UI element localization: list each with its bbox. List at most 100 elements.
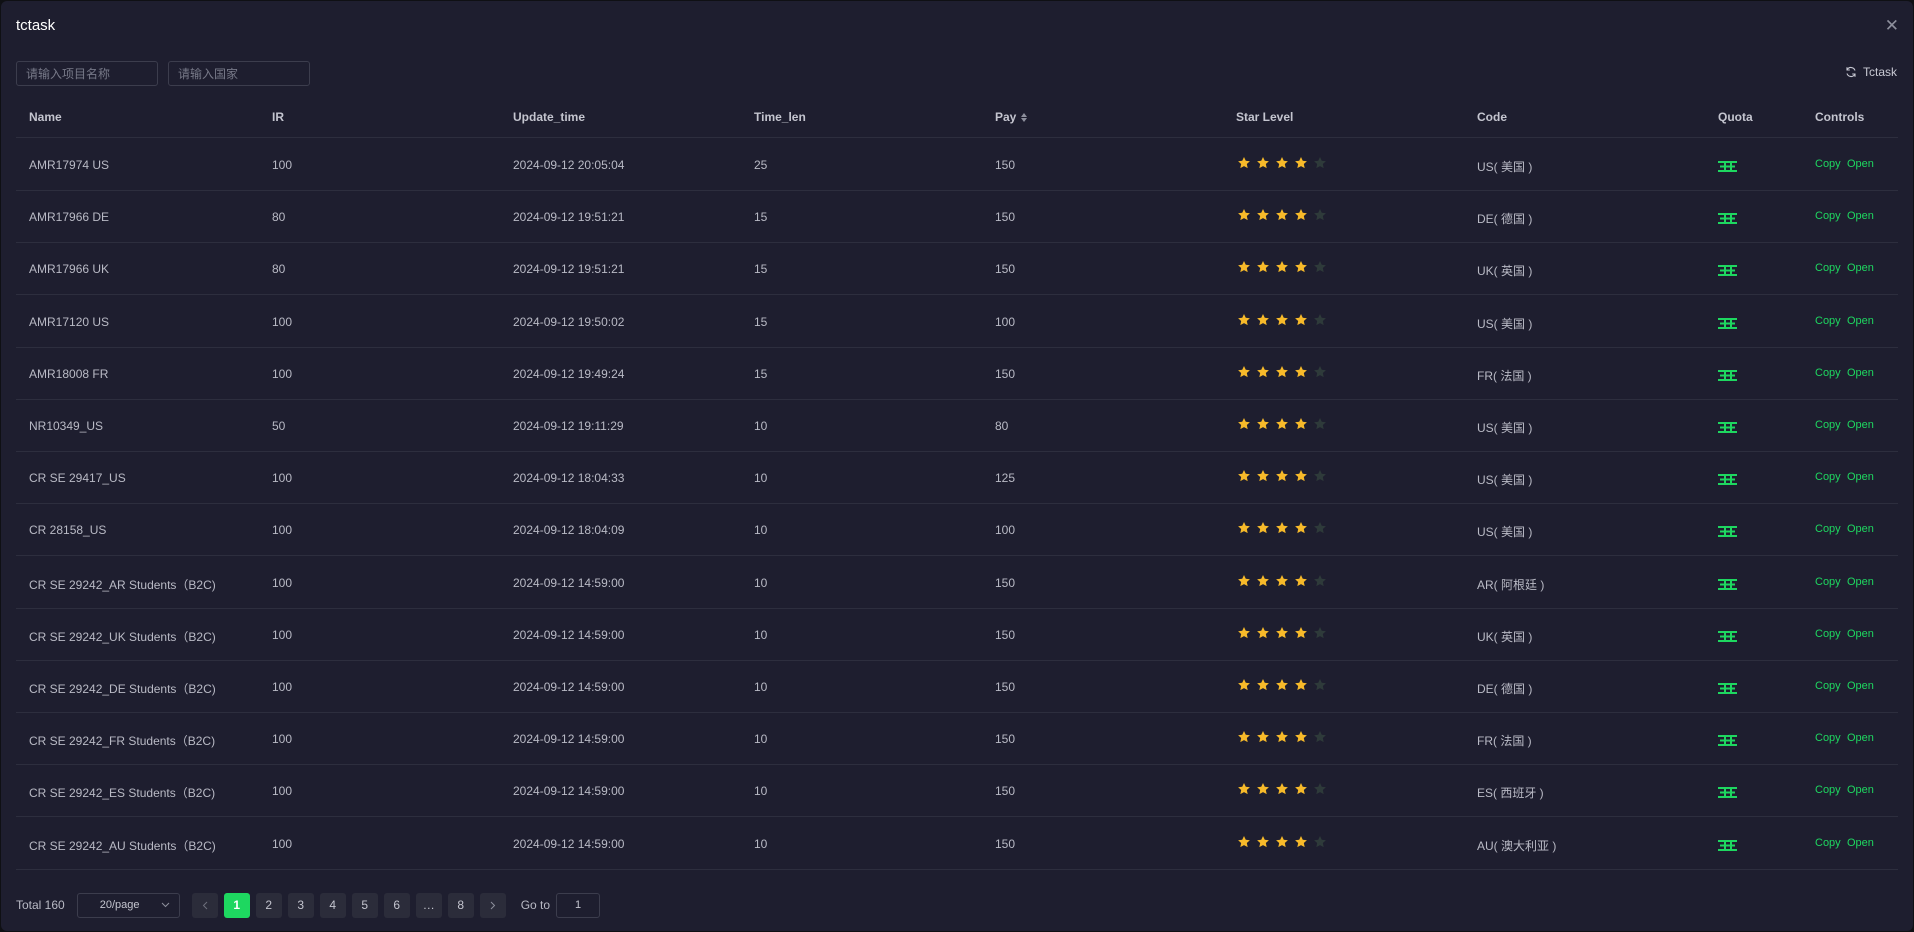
- time-len-cell: 10: [754, 627, 768, 642]
- sort-icon[interactable]: [1021, 112, 1028, 122]
- name-cell: AMR17120 US: [29, 314, 110, 329]
- open-button[interactable]: Open: [1847, 837, 1874, 849]
- copy-button[interactable]: Copy: [1815, 315, 1841, 327]
- copy-button[interactable]: Copy: [1815, 262, 1841, 274]
- country-input[interactable]: [168, 61, 310, 86]
- prev-page-button[interactable]: [191, 892, 218, 918]
- column-header-pay[interactable]: Pay: [995, 110, 1028, 124]
- code-cell: DE( 德国 ): [1477, 682, 1533, 696]
- quota-icon[interactable]: [1718, 733, 1737, 747]
- open-button[interactable]: Open: [1847, 523, 1874, 535]
- open-button[interactable]: Open: [1847, 158, 1874, 170]
- open-button[interactable]: Open: [1847, 732, 1874, 744]
- open-button[interactable]: Open: [1847, 262, 1874, 274]
- quota-icon[interactable]: [1718, 629, 1737, 642]
- page-button[interactable]: 8: [447, 892, 474, 918]
- star-filled-icon: [1295, 365, 1307, 377]
- total-count: Total 160: [16, 898, 65, 912]
- close-icon[interactable]: ✕: [1885, 17, 1899, 34]
- pay-cell: 150: [995, 836, 1016, 851]
- star-empty-icon: [1314, 157, 1326, 169]
- page-button[interactable]: 5: [351, 892, 378, 918]
- open-button[interactable]: Open: [1847, 210, 1874, 222]
- pay-cell: 150: [995, 784, 1016, 799]
- star-rating: [1237, 521, 1327, 535]
- open-button[interactable]: Open: [1847, 680, 1874, 692]
- star-filled-icon: [1295, 261, 1307, 273]
- page-button[interactable]: 3: [287, 892, 314, 918]
- copy-button[interactable]: Copy: [1815, 576, 1841, 588]
- copy-button[interactable]: Copy: [1815, 837, 1841, 849]
- copy-button[interactable]: Copy: [1815, 419, 1841, 431]
- copy-button[interactable]: Copy: [1815, 523, 1841, 535]
- open-button[interactable]: Open: [1847, 576, 1874, 588]
- star-empty-icon: [1314, 522, 1326, 534]
- page-button[interactable]: 6: [383, 892, 410, 918]
- quota-icon[interactable]: [1718, 420, 1737, 433]
- page-button[interactable]: 4: [319, 892, 346, 918]
- copy-button[interactable]: Copy: [1815, 158, 1841, 170]
- table-row: AMR17966 UK 80 2024-09-12 19:51:21 15 150 UK(…: [16, 242, 1898, 296]
- goto-label: Go to: [520, 898, 551, 912]
- chevron-right-icon: [490, 901, 495, 909]
- time-len-cell: 10: [754, 680, 768, 694]
- page-ellipsis-button[interactable]: …: [415, 892, 442, 918]
- time-len-cell: 15: [754, 210, 768, 225]
- star-rating: [1237, 782, 1327, 796]
- quota-icon[interactable]: [1718, 838, 1737, 851]
- quota-icon[interactable]: [1718, 524, 1737, 538]
- page-button[interactable]: 2: [255, 892, 282, 918]
- star-filled-icon: [1276, 522, 1288, 534]
- name-cell: CR SE 29417_US: [29, 471, 126, 486]
- update-time-cell: 2024-09-12 14:59:00: [513, 836, 625, 851]
- ir-cell: 50: [272, 419, 286, 433]
- quota-icon[interactable]: [1718, 368, 1737, 381]
- star-filled-icon: [1295, 157, 1307, 169]
- goto-page-input[interactable]: [556, 892, 601, 918]
- name-cell: CR SE 29242_DE Students（B2C): [29, 682, 216, 696]
- quota-icon[interactable]: [1718, 263, 1737, 277]
- quota-icon[interactable]: [1718, 785, 1737, 799]
- copy-button[interactable]: Copy: [1815, 367, 1841, 379]
- quota-icon[interactable]: [1718, 159, 1737, 172]
- open-button[interactable]: Open: [1847, 367, 1874, 379]
- quota-icon[interactable]: [1718, 316, 1737, 329]
- quota-icon[interactable]: [1718, 577, 1737, 590]
- page-button[interactable]: 1: [223, 892, 250, 918]
- copy-button[interactable]: Copy: [1815, 210, 1841, 222]
- star-filled-icon: [1238, 574, 1250, 586]
- copy-button[interactable]: Copy: [1815, 471, 1841, 483]
- quota-icon[interactable]: [1718, 211, 1737, 225]
- copy-button[interactable]: Copy: [1815, 784, 1841, 796]
- ir-cell: 100: [272, 784, 293, 799]
- open-button[interactable]: Open: [1847, 471, 1874, 483]
- refresh-button[interactable]: Tctask: [1845, 65, 1897, 79]
- time-len-cell: 10: [754, 836, 768, 851]
- code-cell: UK( 英国 ): [1477, 629, 1533, 644]
- pay-cell: 100: [995, 523, 1016, 538]
- column-header-controls: Controls: [1815, 110, 1865, 124]
- quota-icon[interactable]: [1718, 472, 1737, 486]
- quota-icon[interactable]: [1718, 681, 1737, 694]
- copy-button[interactable]: Copy: [1815, 680, 1841, 692]
- table-row: CR SE 29242_AR Students（B2C) 100 2024-09-1…: [16, 556, 1898, 609]
- copy-button[interactable]: Copy: [1815, 628, 1841, 640]
- open-button[interactable]: Open: [1847, 419, 1874, 431]
- column-header-update-time: Update_time: [513, 110, 586, 124]
- pagination: Total 160 20/page 1 2 3 4 5 6… 8 Go to: [16, 892, 601, 918]
- open-button[interactable]: Open: [1847, 784, 1874, 796]
- star-filled-icon: [1238, 261, 1250, 273]
- open-button[interactable]: Open: [1847, 628, 1874, 640]
- star-rating: [1237, 417, 1327, 431]
- next-page-button[interactable]: [479, 892, 506, 918]
- pay-cell: 80: [995, 419, 1009, 433]
- copy-button[interactable]: Copy: [1815, 732, 1841, 744]
- time-len-cell: 15: [754, 262, 768, 277]
- ir-cell: 100: [272, 732, 293, 747]
- time-len-cell: 10: [754, 732, 768, 747]
- pay-cell: 150: [995, 732, 1016, 747]
- project-name-input[interactable]: [16, 61, 158, 86]
- open-button[interactable]: Open: [1847, 315, 1874, 327]
- page-size-select[interactable]: 20/page: [76, 892, 180, 918]
- column-header-name: Name: [29, 110, 62, 124]
